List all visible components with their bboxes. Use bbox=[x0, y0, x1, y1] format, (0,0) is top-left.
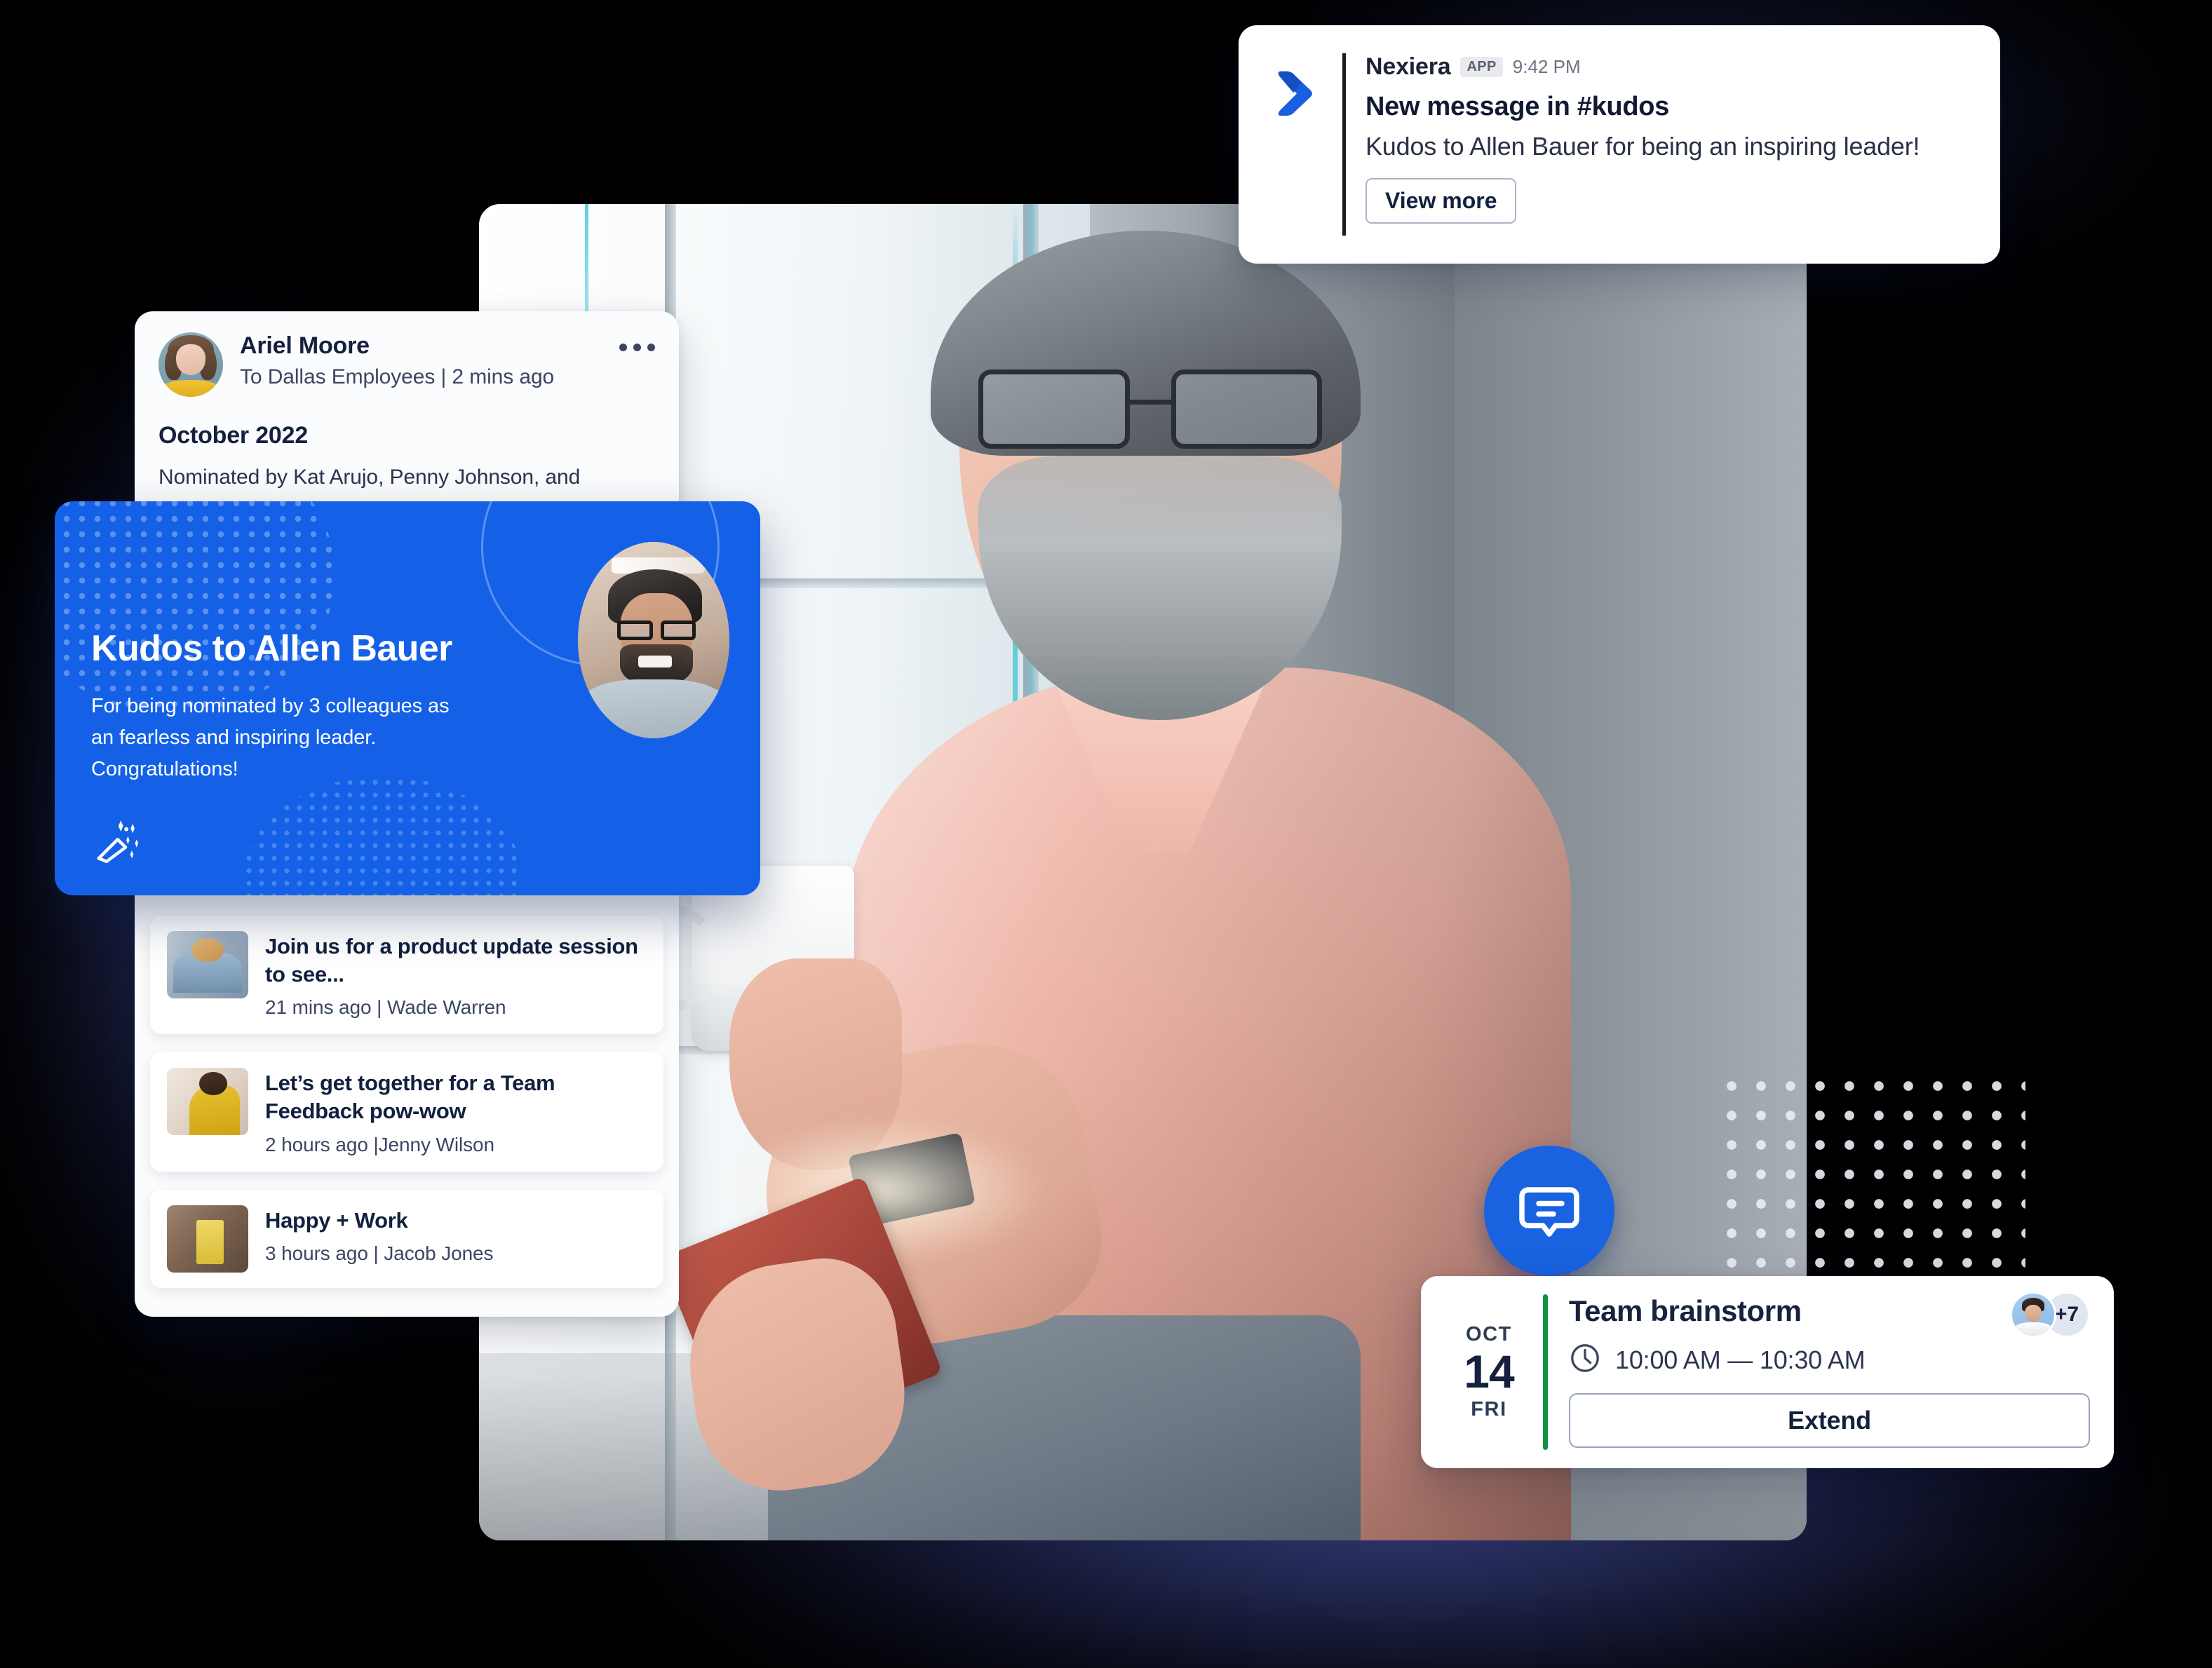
view-more-button[interactable]: View more bbox=[1365, 178, 1517, 224]
hero-composition: Nexiera APP 9:42 PM New message in #kudo… bbox=[0, 0, 2212, 1668]
kudos-title: Kudos to Allen Bauer bbox=[91, 628, 452, 669]
event-day: 14 bbox=[1464, 1345, 1514, 1398]
news-meta: 2 hours ago |Jenny Wilson bbox=[265, 1133, 494, 1155]
dotted-arc-decoration bbox=[243, 776, 523, 895]
post-header: Ariel Moore To Dallas Employees | 2 mins… bbox=[135, 311, 679, 397]
notification-title: New message in #kudos bbox=[1365, 92, 1669, 121]
post-body: Nominated by Kat Arujo, Penny Johnson, a… bbox=[159, 466, 581, 489]
news-title: Join us for a product update session to … bbox=[265, 934, 638, 986]
post-author-name: Ariel Moore bbox=[240, 332, 370, 359]
event-accent-bar bbox=[1543, 1294, 1548, 1450]
kudos-recipient-photo bbox=[578, 542, 729, 738]
confetti-icon bbox=[94, 813, 144, 863]
list-item[interactable]: Happy + Work 3 hours ago | Jacob Jones bbox=[150, 1189, 663, 1288]
kudos-card[interactable]: Kudos to Allen Bauer For being nominated… bbox=[55, 501, 760, 895]
news-meta: 3 hours ago | Jacob Jones bbox=[265, 1242, 494, 1265]
news-thumbnail bbox=[167, 1205, 248, 1273]
event-month: OCT bbox=[1465, 1323, 1512, 1346]
event-weekday: FRI bbox=[1471, 1397, 1507, 1420]
news-list: Join us for a product update session to … bbox=[150, 916, 663, 1306]
dot-grid-decoration bbox=[1717, 1071, 2025, 1282]
notification-time: 9:42 PM bbox=[1512, 56, 1581, 77]
kudos-body: For being nominated by 3 colleagues as a… bbox=[91, 695, 450, 780]
news-meta: 21 mins ago | Wade Warren bbox=[265, 996, 506, 1019]
list-item[interactable]: Join us for a product update session to … bbox=[150, 916, 663, 1035]
nexiera-logo-icon bbox=[1269, 53, 1324, 236]
dotted-arc-decoration bbox=[55, 501, 335, 714]
attendee-avatars[interactable]: +7 bbox=[2010, 1291, 2090, 1338]
notification-app-badge: APP bbox=[1460, 57, 1503, 77]
clock-icon bbox=[1569, 1342, 1601, 1378]
news-title: Happy + Work bbox=[265, 1207, 408, 1233]
notification-message: Kudos to Allen Bauer for being an inspir… bbox=[1365, 132, 1920, 161]
event-card[interactable]: OCT 14 FRI Team brainstorm +7 10:00 AM —… bbox=[1421, 1276, 2114, 1468]
event-date: OCT 14 FRI bbox=[1445, 1294, 1533, 1450]
notification-meta: Nexiera APP 9:42 PM bbox=[1365, 53, 1969, 81]
extend-button[interactable]: Extend bbox=[1569, 1393, 2090, 1448]
avatar bbox=[2010, 1291, 2056, 1338]
notification-card[interactable]: Nexiera APP 9:42 PM New message in #kudo… bbox=[1239, 25, 2000, 264]
news-title: Let’s get together for a Team Feedback p… bbox=[265, 1071, 555, 1124]
notification-app-name: Nexiera bbox=[1365, 53, 1451, 80]
news-thumbnail bbox=[167, 1068, 248, 1136]
post-heading: October 2022 bbox=[159, 422, 309, 449]
news-thumbnail bbox=[167, 931, 248, 998]
more-options-icon[interactable] bbox=[619, 332, 655, 351]
avatar bbox=[159, 332, 223, 397]
event-time: 10:00 AM — 10:30 AM bbox=[1615, 1345, 1866, 1374]
chat-bubble-icon[interactable] bbox=[1484, 1146, 1614, 1276]
post-subtitle: To Dallas Employees | 2 mins ago bbox=[240, 365, 555, 388]
list-item[interactable]: Let’s get together for a Team Feedback p… bbox=[150, 1052, 663, 1172]
